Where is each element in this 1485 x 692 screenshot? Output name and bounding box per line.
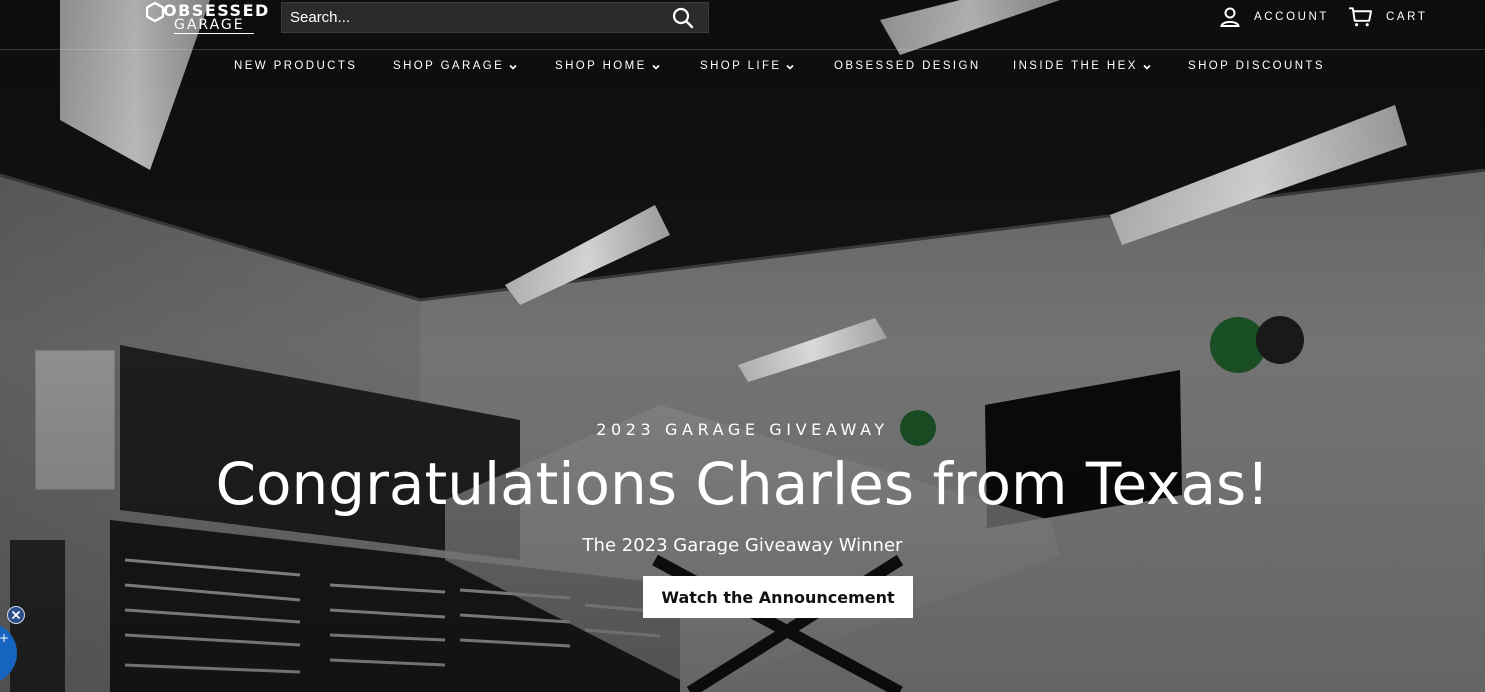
page: OBSESSED GARAGE ACCOUNT	[0, 0, 1485, 692]
nav-item-label: NEW PRODUCTS	[234, 60, 358, 72]
cart-link[interactable]: CART	[1348, 6, 1428, 28]
watch-announcement-button[interactable]: Watch the Announcement	[643, 576, 913, 618]
nav-item-shop-life[interactable]: SHOP LIFE	[700, 60, 795, 72]
nav-item-new-products[interactable]: NEW PRODUCTS	[234, 60, 357, 72]
close-icon	[8, 607, 24, 623]
site-header: OBSESSED GARAGE ACCOUNT	[0, 0, 1485, 50]
site-logo[interactable]: OBSESSED GARAGE	[146, 0, 268, 36]
hero-headline: Congratulations Charles from Texas!	[215, 450, 1270, 518]
nav-item-label: SHOP DISCOUNTS	[1188, 60, 1325, 72]
nav-item-label: SHOP GARAGE	[393, 60, 505, 72]
chevron-down-icon	[509, 64, 517, 70]
nav-item-shop-garage[interactable]: SHOP GARAGE	[393, 60, 517, 72]
main-navigation: NEW PRODUCTS SHOP GARAGE SHOP HOME SHOP …	[0, 50, 1485, 86]
chevron-down-icon	[1143, 64, 1151, 70]
search-input[interactable]	[290, 3, 660, 32]
account-link[interactable]: ACCOUNT	[1219, 6, 1329, 28]
nav-item-label: OBSESSED DESIGN	[834, 60, 981, 72]
hero-subheading: The 2023 Garage Giveaway Winner	[582, 535, 903, 556]
search-button[interactable]	[672, 7, 694, 29]
nav-item-shop-home[interactable]: SHOP HOME	[555, 60, 660, 72]
cart-icon	[1348, 7, 1373, 27]
nav-item-label: INSIDE THE HEX	[1013, 60, 1138, 72]
chat-widget-button[interactable]: +	[0, 622, 17, 684]
cart-label: CART	[1386, 11, 1428, 23]
hero-eyebrow: 2023 GARAGE GIVEAWAY	[596, 420, 889, 439]
chat-bubble-icon: +	[0, 631, 9, 645]
nav-item-shop-discounts[interactable]: SHOP DISCOUNTS	[1188, 60, 1325, 72]
search-icon	[672, 7, 694, 29]
nav-item-label: SHOP LIFE	[700, 60, 782, 72]
hexagon-logo-icon	[146, 2, 164, 22]
nav-item-inside-the-hex[interactable]: INSIDE THE HEX	[1013, 60, 1151, 72]
nav-item-label: SHOP HOME	[555, 60, 647, 72]
svg-text:+: +	[0, 631, 9, 645]
account-label: ACCOUNT	[1254, 11, 1330, 23]
nav-item-obsessed-design[interactable]: OBSESSED DESIGN	[834, 60, 981, 72]
search-bar	[281, 2, 709, 33]
logo-underline	[174, 33, 254, 34]
widget-close-button[interactable]	[7, 606, 25, 624]
chevron-down-icon	[786, 64, 795, 70]
chevron-down-icon	[652, 64, 660, 70]
user-icon	[1220, 7, 1240, 27]
logo-line-2: GARAGE	[174, 17, 245, 33]
